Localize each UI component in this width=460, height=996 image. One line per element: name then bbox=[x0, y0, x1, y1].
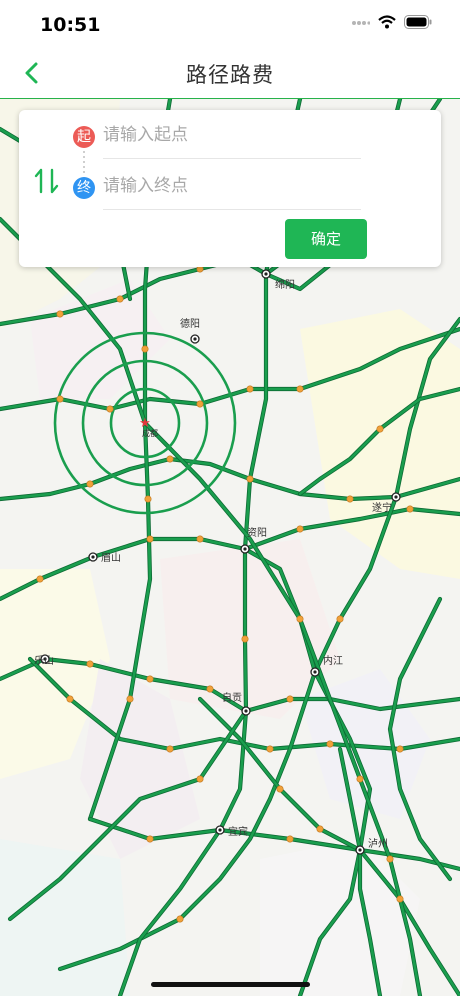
city-label-luzhou: 泸州 bbox=[368, 838, 388, 850]
toll-node bbox=[146, 535, 154, 543]
city-label-zigong: 自贡 bbox=[222, 691, 242, 704]
toll-node bbox=[66, 695, 74, 703]
nav-bar: 路径路费 bbox=[0, 50, 460, 99]
status-icons bbox=[352, 14, 432, 33]
city-label-chengdu: 成都 bbox=[142, 428, 158, 438]
toll-node bbox=[126, 695, 134, 703]
route-input-card: 起 终 确定 bbox=[19, 110, 441, 267]
toll-node bbox=[396, 895, 404, 903]
city-label-meishan: 眉山 bbox=[101, 552, 121, 564]
toll-node bbox=[286, 695, 294, 703]
toll-node bbox=[86, 660, 94, 668]
toll-node bbox=[266, 745, 274, 753]
toll-node bbox=[246, 385, 254, 393]
toll-node bbox=[316, 825, 324, 833]
toll-node bbox=[116, 295, 124, 303]
toll-node bbox=[86, 480, 94, 488]
start-input-underline bbox=[103, 158, 361, 159]
connector-dots bbox=[83, 151, 85, 175]
toll-node bbox=[146, 675, 154, 683]
wifi-icon bbox=[378, 14, 396, 33]
toll-node bbox=[56, 395, 64, 403]
toll-node bbox=[166, 455, 174, 463]
confirm-button[interactable]: 确定 bbox=[285, 219, 367, 259]
city-marker-dot bbox=[264, 272, 268, 276]
city-marker-dot bbox=[193, 337, 197, 341]
home-indicator bbox=[151, 982, 310, 987]
city-label-ziyang: 资阳 bbox=[247, 527, 267, 539]
end-badge: 终 bbox=[73, 177, 95, 199]
city-marker-dot bbox=[358, 848, 362, 852]
battery-icon bbox=[404, 14, 432, 33]
swap-arrows-icon[interactable] bbox=[33, 166, 61, 196]
toll-node bbox=[296, 525, 304, 533]
toll-node bbox=[144, 495, 152, 503]
city-label-mianyang: 绵阳 bbox=[275, 278, 295, 291]
toll-node bbox=[296, 385, 304, 393]
city-marker-dot bbox=[218, 828, 222, 832]
toll-node bbox=[396, 745, 404, 753]
toll-node bbox=[206, 685, 214, 693]
toll-node bbox=[196, 775, 204, 783]
toll-node bbox=[246, 475, 254, 483]
city-marker-dot bbox=[243, 547, 247, 551]
toll-node bbox=[196, 400, 204, 408]
city-marker-dot bbox=[91, 555, 95, 559]
city-marker-dot bbox=[313, 670, 317, 674]
start-badge: 起 bbox=[73, 126, 95, 148]
city-label-yibin: 宜宾 bbox=[228, 825, 248, 838]
city-marker-dot bbox=[244, 709, 248, 713]
toll-node bbox=[241, 635, 249, 643]
toll-node bbox=[276, 785, 284, 793]
end-point-input[interactable] bbox=[103, 171, 361, 201]
toll-node bbox=[386, 855, 394, 863]
end-input-underline bbox=[103, 209, 361, 210]
toll-node bbox=[286, 835, 294, 843]
city-label-deyang: 德阳 bbox=[180, 317, 200, 330]
city-label-suining: 遂宁 bbox=[372, 501, 392, 514]
toll-node bbox=[196, 535, 204, 543]
toll-node bbox=[36, 575, 44, 583]
toll-node bbox=[166, 745, 174, 753]
toll-node bbox=[326, 740, 334, 748]
toll-node bbox=[336, 615, 344, 623]
toll-node bbox=[56, 310, 64, 318]
city-marker-dot bbox=[394, 495, 398, 499]
toll-node bbox=[356, 775, 364, 783]
toll-node bbox=[376, 425, 384, 433]
toll-node bbox=[346, 495, 354, 503]
toll-node bbox=[406, 505, 414, 513]
city-label-neijiang: 内江 bbox=[323, 654, 343, 667]
city-label-leshan: 乐山 bbox=[34, 655, 54, 667]
start-point-input[interactable] bbox=[103, 120, 361, 150]
status-bar: 10:51 bbox=[0, 0, 460, 50]
toll-node bbox=[141, 345, 149, 353]
status-time: 10:51 bbox=[40, 14, 101, 36]
signal-icon bbox=[352, 14, 371, 33]
toll-node bbox=[296, 615, 304, 623]
toll-node bbox=[176, 915, 184, 923]
toll-node bbox=[106, 405, 114, 413]
toll-node bbox=[146, 835, 154, 843]
page-title: 路径路费 bbox=[186, 63, 274, 87]
